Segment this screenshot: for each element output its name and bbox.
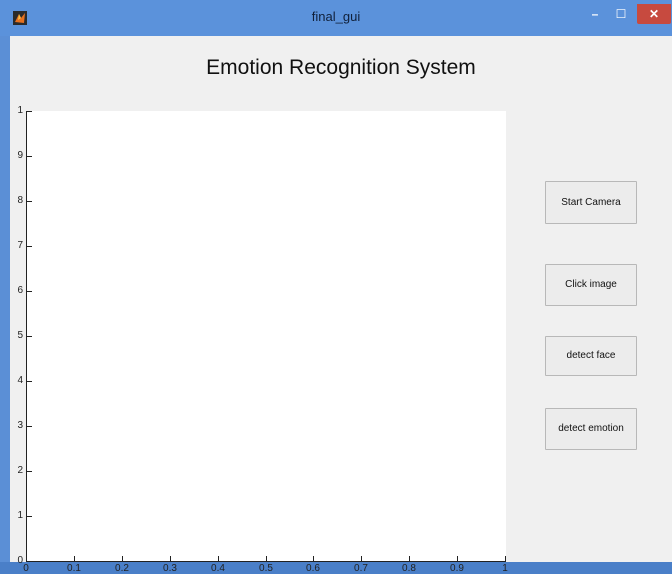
y-tick bbox=[26, 516, 32, 517]
x-tick bbox=[218, 556, 219, 562]
y-tick bbox=[26, 201, 32, 202]
x-tick-label: 0.1 bbox=[67, 563, 81, 574]
y-tick-label: 7 bbox=[17, 240, 23, 251]
detect-emotion-button[interactable]: detect emotion bbox=[545, 408, 637, 450]
x-tick-label: 0.2 bbox=[115, 563, 129, 574]
x-tick bbox=[266, 556, 267, 562]
x-tick-label: 0.9 bbox=[450, 563, 464, 574]
x-tick-label: 0.3 bbox=[163, 563, 177, 574]
app-window: final_gui – ☐ ✕ Emotion Recognition Syst… bbox=[0, 0, 672, 574]
x-tick bbox=[361, 556, 362, 562]
x-tick-label: 0.7 bbox=[354, 563, 368, 574]
y-tick bbox=[26, 426, 32, 427]
detect-face-button[interactable]: detect face bbox=[545, 336, 637, 376]
y-tick bbox=[26, 381, 32, 382]
figure-panel: Emotion Recognition System 1987654321000… bbox=[10, 36, 672, 574]
x-tick bbox=[457, 556, 458, 562]
x-tick bbox=[409, 556, 410, 562]
minimize-button[interactable]: – bbox=[582, 4, 608, 24]
x-tick bbox=[26, 556, 27, 562]
y-tick-label: 6 bbox=[17, 285, 23, 296]
y-tick-label: 1 bbox=[17, 105, 23, 116]
y-tick bbox=[26, 291, 32, 292]
start-camera-button[interactable]: Start Camera bbox=[545, 181, 637, 224]
y-tick-label: 9 bbox=[17, 150, 23, 161]
x-tick-label: 0.4 bbox=[211, 563, 225, 574]
x-tick-label: 1 bbox=[502, 563, 508, 574]
app-heading: Emotion Recognition System bbox=[206, 56, 476, 79]
x-tick-label: 0.8 bbox=[402, 563, 416, 574]
y-tick-label: 4 bbox=[17, 375, 23, 386]
maximize-button[interactable]: ☐ bbox=[609, 4, 633, 24]
y-tick bbox=[26, 156, 32, 157]
y-tick bbox=[26, 471, 32, 472]
x-tick bbox=[313, 556, 314, 562]
x-tick bbox=[505, 556, 506, 562]
x-tick bbox=[122, 556, 123, 562]
image-axes[interactable]: 1 9 8 7 6 5 4 3 2 1 0 0 0.1 0.2 0.3 0.4 0.5 0.6 0.7 0.8 0.9 1 bbox=[17, 105, 507, 574]
x-tick bbox=[170, 556, 171, 562]
y-tick-label: 1 bbox=[17, 510, 23, 521]
x-tick-label: 0.5 bbox=[259, 563, 273, 574]
y-tick-label: 5 bbox=[17, 330, 23, 341]
x-tick-label: 0.6 bbox=[306, 563, 320, 574]
close-button[interactable]: ✕ bbox=[637, 4, 671, 24]
x-tick bbox=[74, 556, 75, 562]
y-tick-label: 3 bbox=[17, 420, 23, 431]
y-tick bbox=[26, 246, 32, 247]
y-tick bbox=[26, 111, 32, 112]
click-image-button[interactable]: Click image bbox=[545, 264, 637, 306]
y-tick bbox=[26, 336, 32, 337]
window-title: final_gui bbox=[311, 9, 361, 24]
y-tick-label: 2 bbox=[17, 465, 23, 476]
y-tick-label: 8 bbox=[17, 195, 23, 206]
x-tick-label: 0 bbox=[23, 563, 29, 574]
title-bar[interactable]: final_gui – ☐ ✕ bbox=[0, 0, 672, 36]
